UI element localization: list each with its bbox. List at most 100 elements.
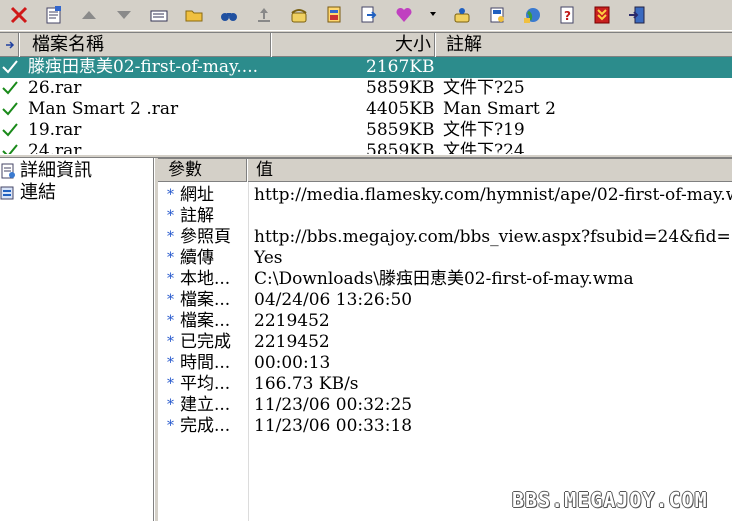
detail-value: 11/23/06 00:32:25 [254,395,413,415]
download-file-list[interactable]: 檔案名稱 大小 註解 滕痋田恵美02-first-of-may.... 2167… [0,32,732,154]
detail-param: 本地... [180,269,231,289]
file-row[interactable]: Man Smart 2 .rar 4405KB Man Smart 2 [0,99,732,120]
star-icon: * [167,397,174,413]
star-icon: * [167,376,174,392]
sort-arrow-header[interactable] [0,33,20,57]
detail-row[interactable]: * 建立... 11/23/06 00:32:25 [158,395,732,416]
file-row[interactable]: 19.rar 5859KB 文件下?19 [0,120,732,141]
detail-value: C:\Downloads\滕痋田恵美02-first-of-may.wma [254,269,634,289]
file-size: 2167KB [366,57,435,77]
detail-param: 完成... [180,416,231,436]
watermark: BBS.MEGAJOY.COM [512,488,708,512]
star-icon: * [167,334,174,350]
detail-row[interactable]: * 時間... 00:00:13 [158,353,732,374]
download-icon[interactable] [590,3,614,27]
detail-row[interactable]: * 本地... C:\Downloads\滕痋田恵美02-first-of-may.… [158,269,732,290]
column-header-note[interactable]: 註解 [436,33,732,57]
detail-param: 檔案... [180,290,231,310]
detail-param: 續傳 [180,248,214,268]
detail-value: 11/23/06 00:33:18 [254,416,413,436]
check-icon [2,123,18,137]
star-icon: * [167,250,174,266]
folder-view-icon[interactable] [147,3,171,27]
favorites-icon[interactable] [392,3,416,27]
exit-icon[interactable] [625,3,649,27]
star-icon: * [167,292,174,308]
file-name: 19.rar [28,120,82,140]
details-header: 參數 值 [158,159,732,182]
file-size: 5859KB [366,120,435,140]
import-icon[interactable] [357,3,381,27]
star-icon: * [167,313,174,329]
star-icon: * [167,187,174,203]
detail-row[interactable]: * 續傳 Yes [158,248,732,269]
file-note: 文件下?24 [443,141,525,154]
file-note: Man Smart 2 [443,99,556,119]
detail-param: 已完成 [180,332,231,352]
detail-row[interactable]: * 檔案... 2219452 [158,311,732,332]
tree-item-links[interactable]: 連結 [0,182,56,204]
open-folder-icon[interactable] [182,3,206,27]
tree-item-label: 連結 [20,182,56,203]
column-header-value[interactable]: 值 [248,159,732,182]
tree-item-label: 詳細資訊 [20,160,92,181]
detail-param: 建立... [180,395,231,415]
file-name: 26.rar [28,78,82,98]
options-icon[interactable] [485,3,509,27]
file-size: 4405KB [366,99,435,119]
move-down-icon[interactable] [112,3,136,27]
properties-icon[interactable] [42,3,66,27]
file-row[interactable]: 滕痋田恵美02-first-of-may.... 2167KB [0,57,732,78]
file-note: 文件下?19 [443,120,525,140]
check-icon [2,81,18,95]
file-size: 5859KB [366,78,435,98]
find-icon[interactable] [217,3,241,27]
detail-param: 參照頁 [180,227,231,247]
toolbar: ? [0,0,732,31]
detail-value: 04/24/06 13:26:50 [254,290,413,310]
details-table: 參數 值 * 網址 http://media.flamesky.com/hymnis… [158,158,732,521]
detail-row[interactable]: * 完成... 11/23/06 00:33:18 [158,416,732,437]
file-row[interactable]: 24.rar 5859KB 文件下?24 [0,141,732,154]
detail-row[interactable]: * 檔案... 04/24/06 13:26:50 [158,290,732,311]
star-icon: * [167,355,174,371]
dropdown-arrow-icon[interactable] [430,12,436,16]
check-icon [2,144,18,154]
star-icon: * [167,229,174,245]
file-name: 滕痋田恵美02-first-of-may.... [28,57,259,77]
file-name: Man Smart 2 .rar [28,99,179,119]
dial-phone-icon[interactable] [287,3,311,27]
svg-text:?: ? [564,9,571,23]
column-header-size[interactable]: 大小 [272,33,436,57]
column-header-param[interactable]: 參數 [158,159,248,182]
detail-row[interactable]: * 網址 http://media.flamesky.com/hymnist/ape… [158,185,732,206]
site-manager-icon[interactable] [322,3,346,27]
web-icon[interactable] [520,3,544,27]
detail-param: 平均... [180,374,231,394]
detail-param: 網址 [180,185,214,205]
star-icon: * [167,418,174,434]
detail-value: 2219452 [254,311,330,331]
detail-value: http://media.flamesky.com/hymnist/ape/02… [254,185,732,205]
tree-item-details[interactable]: 詳細資訊 [0,160,92,182]
detail-value: 166.73 KB/s [254,374,359,394]
star-icon: * [167,208,174,224]
details-icon [0,163,16,179]
detail-value: http://bbs.megajoy.com/bbs_view.aspx?fsu… [254,227,732,247]
detail-row[interactable]: * 已完成 2219452 [158,332,732,353]
delete-x-icon[interactable] [7,3,31,27]
star-icon: * [167,271,174,287]
detail-row[interactable]: * 註解 [158,206,732,227]
find-next-icon[interactable] [252,3,276,27]
detail-row[interactable]: * 平均... 166.73 KB/s [158,374,732,395]
file-note: 文件下?25 [443,78,525,98]
check-icon [2,60,18,74]
help-icon[interactable]: ? [555,3,579,27]
detail-row[interactable]: * 參照頁 http://bbs.megajoy.com/bbs_view.aspx… [158,227,732,248]
links-icon [0,185,16,201]
file-row[interactable]: 26.rar 5859KB 文件下?25 [0,78,732,99]
connection-icon[interactable] [450,3,474,27]
column-header-name[interactable]: 檔案名稱 [20,33,272,57]
arrow-right-icon [6,41,15,49]
move-up-icon[interactable] [77,3,101,27]
